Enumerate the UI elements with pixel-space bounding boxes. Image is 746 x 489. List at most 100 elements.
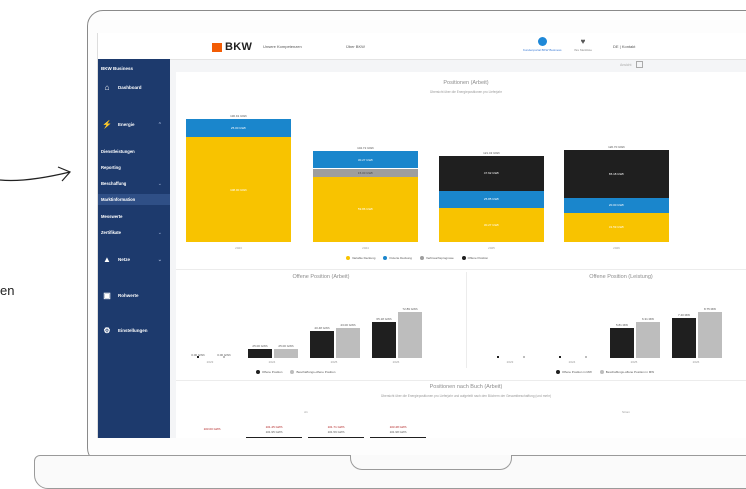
bar-data-label: 43.00 GWh	[340, 323, 356, 327]
legend-item[interactable]: Variable Deckung	[346, 256, 375, 261]
watchlist-label: Ihre Merkliste	[574, 48, 593, 52]
bar-sub-label: 101.59 GWh	[327, 430, 345, 434]
nav-link-kompetenzen[interactable]: Unsere Kompetenzen	[263, 44, 302, 49]
sidebar-sub-dienstleistungen[interactable]: Dienstleistungen	[101, 149, 135, 154]
grid-view-icon[interactable]	[636, 61, 643, 68]
nav-customer-portal[interactable]: Kundenportal BKW Business	[523, 37, 562, 52]
sidebar-item-netze[interactable]: ▲ Netze ⌄	[98, 255, 170, 264]
zero-marker	[497, 356, 499, 358]
x-tick-label: 2025	[330, 360, 338, 364]
bar-total-label: 121.43 GWh	[483, 150, 500, 155]
chart-legend: Variable Deckung Fixierte Deckung Verbrauc…	[346, 256, 488, 261]
legend-item[interactable]: Beschaffungs-offene Position	[290, 370, 335, 375]
legend-item[interactable]: Verbrauchsprognose	[419, 256, 454, 261]
pylon-icon: ▲	[103, 255, 111, 264]
bar-data-label: 15.00 GWh	[357, 170, 374, 175]
hand-drawn-arrow-icon	[0, 166, 72, 182]
zero-marker	[523, 356, 525, 358]
x-tick-label: 2026	[392, 360, 400, 364]
x-tick-label: 2024	[268, 360, 276, 364]
logo-square-icon	[212, 42, 222, 52]
legend-dot-icon	[346, 256, 350, 261]
bar-segment	[698, 311, 722, 358]
sidebar-sub-reporting[interactable]: Reporting	[101, 165, 121, 170]
bar-data-label: 108.00 GWh	[230, 187, 247, 192]
bar-data-label: 7.40 MW	[677, 312, 691, 317]
chart-legend: Offene Position in MW Beschaffungs-offene…	[556, 370, 654, 375]
sidebar-sub-beschaffung[interactable]: Beschaffung	[101, 181, 126, 186]
section-divider	[176, 269, 746, 270]
sidebar-sub-label: Zertifikate	[101, 230, 122, 235]
bar-data-label: 65.18 GWh	[376, 317, 392, 321]
chevron-down-icon: ⌄	[157, 256, 162, 263]
cut-off-text: en	[0, 283, 15, 298]
bar-data-label: 5.81 MW	[615, 323, 629, 327]
nav-watchlist[interactable]: ♥ Ihre Merkliste	[574, 37, 592, 52]
bar-total-label: 101.45 GWh	[265, 425, 283, 429]
brand-logo[interactable]: BKW	[212, 41, 252, 53]
laptop-notch	[350, 455, 512, 470]
legend-item[interactable]: Offene Position in MW	[556, 370, 592, 375]
chevron-up-icon: ⌃	[157, 121, 162, 128]
section-divider	[466, 272, 467, 368]
sidebar-brand: BKW Business	[101, 66, 134, 71]
bar-data-label: 6.31 MW	[641, 317, 655, 321]
bar-segment	[672, 317, 696, 358]
nav-link-ueber[interactable]: Über BKW	[346, 44, 365, 49]
language-contact[interactable]: DE | Kontakt	[613, 44, 635, 49]
sidebar: BKW Business ⌂ Dashboard ⚡ Energie ⌃ Die…	[98, 59, 170, 438]
bar-data-label: 20.00 GWh	[608, 203, 625, 208]
heart-icon: ♥	[580, 37, 586, 46]
lightning-icon: ⚡	[102, 120, 112, 129]
legend-item[interactable]: Fixierte Deckung	[383, 256, 412, 261]
legend-item[interactable]: Offene Position	[256, 370, 282, 375]
bar-data-label: 59.86 GWh	[357, 207, 374, 212]
laptop-screen: BKW Unsere Kompetenzen Über BKW Kundenpo…	[97, 33, 746, 438]
bar-total-label: 103.00 GWh	[203, 427, 221, 431]
bar-total-label: 104.72 GWh	[357, 145, 374, 150]
sidebar-item-dashboard[interactable]: ⌂ Dashboard	[98, 83, 170, 92]
x-tick-label: 2023	[506, 360, 514, 364]
chart-title: Positionen nach Buch (Arbeit)	[429, 384, 503, 390]
bar-data-label: 25.00 GWh	[230, 126, 247, 131]
bar-segment	[274, 349, 298, 358]
chart-title: Offene Position (Arbeit)	[292, 274, 350, 280]
bar-data-label: 40.48 GWh	[314, 326, 330, 330]
sidebar-item-label: Rohwerte	[118, 293, 139, 298]
bar-data-label: 47.62 GWh	[483, 171, 500, 176]
car-icon: ▣	[103, 291, 111, 300]
dashboard-main: Positionen (Arbeit) Übersicht über die En…	[176, 72, 746, 438]
zero-marker	[585, 356, 587, 358]
group-label: Strom	[621, 410, 631, 414]
chart-legend: Offene Position Beschaffungs-offene Posit…	[256, 370, 335, 375]
bar-sub-label: 101.98 GWh	[389, 430, 407, 434]
sidebar-sub-zertifikate[interactable]: Zertifikate	[101, 230, 121, 235]
sidebar-item-label: Einstellungen	[118, 328, 148, 333]
bar-segment	[310, 331, 334, 358]
bar-data-label: 30.27 GWh	[483, 223, 500, 228]
bar-data-label: 0.00 GWh	[191, 353, 205, 357]
sidebar-item-energie[interactable]: ⚡ Energie ⌃	[98, 120, 170, 129]
view-toggle[interactable]: Ansicht	[620, 63, 631, 67]
home-icon: ⌂	[104, 83, 110, 92]
x-tick-label: 2025	[488, 246, 495, 250]
gear-icon: ⚙	[103, 326, 111, 335]
bar-sub-label: 101.95 GWh	[265, 430, 283, 434]
sidebar-item-rohwerte[interactable]: ▣ Rohwerte	[98, 291, 170, 300]
chart-title: Positionen (Arbeit)	[443, 80, 489, 86]
x-tick-label: 2023	[235, 246, 242, 250]
legend-dot-icon	[461, 256, 466, 261]
sidebar-sub-messwerte[interactable]: Messwerte	[101, 214, 122, 219]
sidebar-item-label: Netze	[118, 257, 131, 262]
chart-subtitle: Übersicht über die Energiepositionen pro…	[430, 90, 502, 94]
sidebar-item-einstellungen[interactable]: ⚙ Einstellungen	[98, 326, 170, 335]
sidebar-sub-marktinformation[interactable]: Marktinformation	[98, 194, 170, 205]
bar-segment	[610, 328, 634, 358]
legend-item[interactable]: Beschaffungs-offene Position in MW	[599, 370, 654, 375]
legend-item[interactable]: Offene Position	[461, 256, 488, 261]
bar-segment	[398, 311, 422, 358]
group-label: A1	[304, 410, 308, 414]
bar-data-label: 72.89 GWh	[402, 306, 418, 311]
customer-portal-label: Kundenportal BKW Business	[523, 48, 562, 52]
bar-segment	[246, 437, 302, 438]
